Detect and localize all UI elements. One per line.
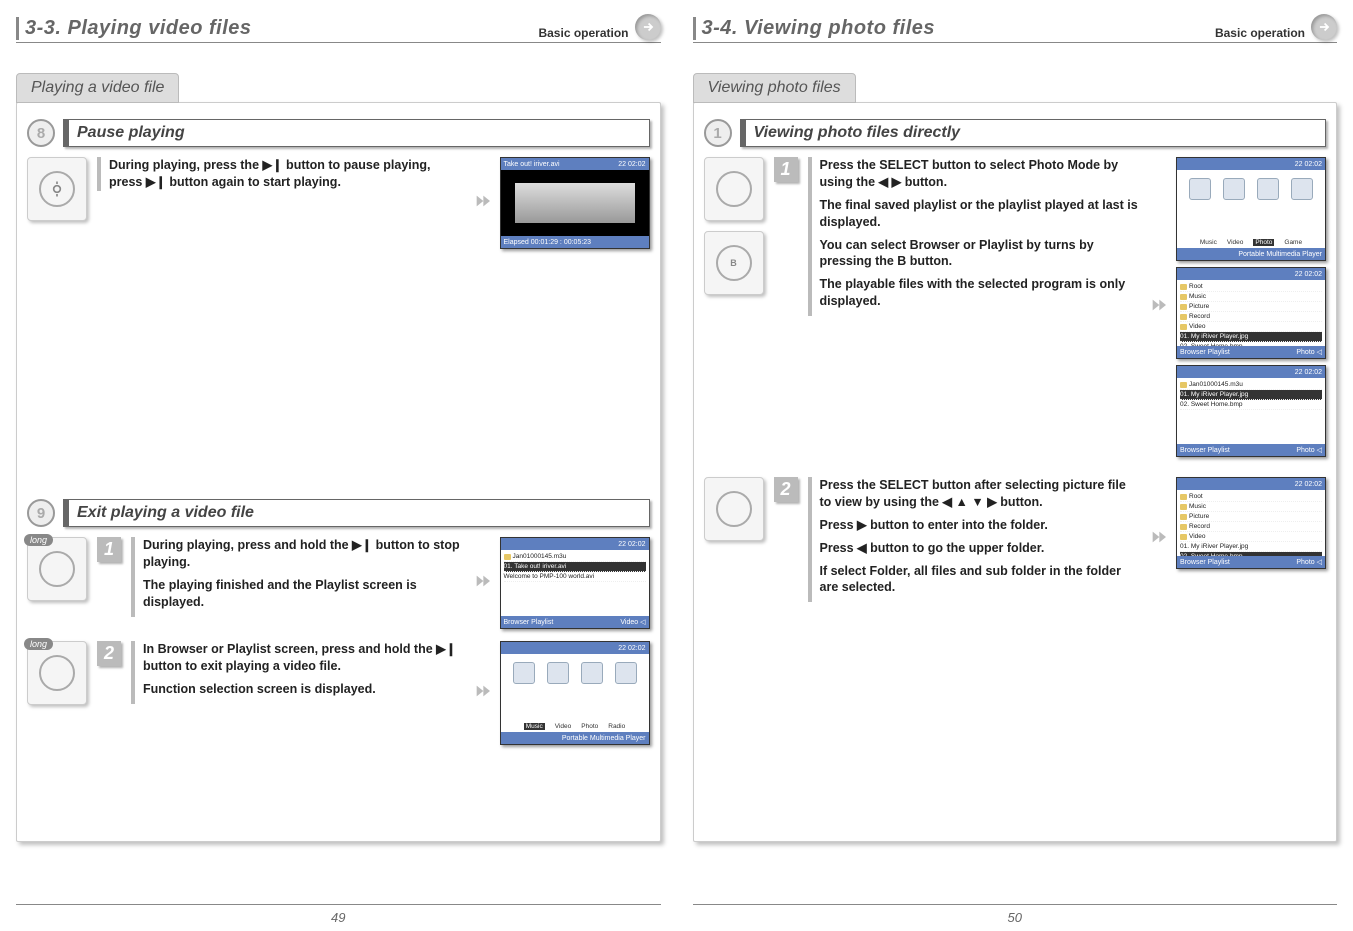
panel-right: 1 Viewing photo files directly B 1 Press… <box>693 102 1338 842</box>
exit-step1-desc: During playing, press and hold the ▶❙ bu… <box>131 537 464 617</box>
panel-left: 8 Pause playing During playing, press th… <box>16 102 661 842</box>
next-page-icon <box>635 14 661 40</box>
footer-rule <box>693 904 1338 905</box>
pause-desc: During playing, press the ▶❙ button to p… <box>97 157 464 191</box>
view-step1-desc: Press the SELECT button to select Photo … <box>808 157 1141 316</box>
page-header-left: 3-3. Playing video files Basic operation <box>16 14 661 43</box>
arrow-icon <box>474 570 490 597</box>
function-menu-screen: 22 02:02 Music Video Photo Radio Portabl… <box>500 641 650 745</box>
subsection-title: Viewing photo files directly <box>740 119 1327 147</box>
view-step2-row: 2 Press the SELECT button after selectin… <box>704 477 1327 602</box>
subsection-pause: 8 Pause playing <box>27 119 650 147</box>
elapsed-label: Elapsed 00:01:29 : 00:05:23 <box>504 239 592 246</box>
device-icon <box>27 157 87 221</box>
subsection-view: 1 Viewing photo files directly <box>704 119 1327 147</box>
topbar-title: Take out! iriver.avi <box>504 161 560 168</box>
device-icon <box>704 157 764 221</box>
page-number: 49 <box>0 910 677 925</box>
video-frame <box>515 183 635 223</box>
device-icon-b: B <box>704 231 764 295</box>
arrow-icon <box>474 680 490 707</box>
video-paused-screen: Take out! iriver.avi22 02:02 Elapsed 00:… <box>500 157 650 249</box>
section-tab: Playing a video file <box>16 73 179 103</box>
step-number-icon: 8 <box>27 119 55 147</box>
header-section: Basic operation <box>538 26 628 40</box>
view-step1-row: B 1 Press the SELECT button to select Ph… <box>704 157 1327 457</box>
arrow-icon <box>1150 294 1166 321</box>
arrow-icon <box>1150 526 1166 553</box>
page-number: 50 <box>677 910 1353 925</box>
step-num: 2 <box>774 477 798 502</box>
subsection-title: Pause playing <box>63 119 650 147</box>
subsection-exit: 9 Exit playing a video file <box>27 499 650 527</box>
page-header-right: 3-4. Viewing photo files Basic operation <box>693 14 1338 43</box>
header-section: Basic operation <box>1215 26 1305 40</box>
step-number-icon: 1 <box>704 119 732 147</box>
device-icon <box>704 477 764 541</box>
pause-row: During playing, press the ▶❙ button to p… <box>27 157 650 249</box>
device-icon-long: long <box>27 641 87 705</box>
exit-step2-desc: In Browser or Playlist screen, press and… <box>131 641 464 704</box>
exit-step1-row: long 1 During playing, press and hold th… <box>27 537 650 629</box>
footer-rule <box>16 904 661 905</box>
playlist-screen: 22 02:02 Jan01000145.m3u 01. Take out! i… <box>500 537 650 629</box>
header-title: 3-4. Viewing photo files <box>693 17 1215 40</box>
header-title: 3-3. Playing video files <box>16 17 538 40</box>
browser-screen: 22 02:02 Root Music Picture Record Video… <box>1176 267 1326 359</box>
section-tab: Viewing photo files <box>693 73 856 103</box>
page-left: 3-3. Playing video files Basic operation… <box>0 0 677 931</box>
mode-select-screen: 22 02:02 Music Video Photo Game Portable… <box>1176 157 1326 261</box>
step-num: 1 <box>97 537 121 562</box>
device-icon-long: long <box>27 537 87 601</box>
next-page-icon <box>1311 14 1337 40</box>
view-step2-desc: Press the SELECT button after selecting … <box>808 477 1141 602</box>
step-num: 1 <box>774 157 798 182</box>
view-step1-screens: 22 02:02 Music Video Photo Game Portable… <box>1176 157 1326 457</box>
browser-selected-screen: 22 02:02 Root Music Picture Record Video… <box>1176 477 1326 569</box>
playlist-screen: 22 02:02 Jan01000145.m3u 01. My iRiver P… <box>1176 365 1326 457</box>
subsection-title: Exit playing a video file <box>63 499 650 527</box>
step-num: 2 <box>97 641 121 666</box>
page-right: 3-4. Viewing photo files Basic operation… <box>677 0 1353 931</box>
step-number-icon: 9 <box>27 499 55 527</box>
arrow-icon <box>474 190 490 217</box>
playlist-list: Jan01000145.m3u 01. Take out! iriver.avi… <box>501 550 649 616</box>
exit-step2-row: long 2 In Browser or Playlist screen, pr… <box>27 641 650 745</box>
